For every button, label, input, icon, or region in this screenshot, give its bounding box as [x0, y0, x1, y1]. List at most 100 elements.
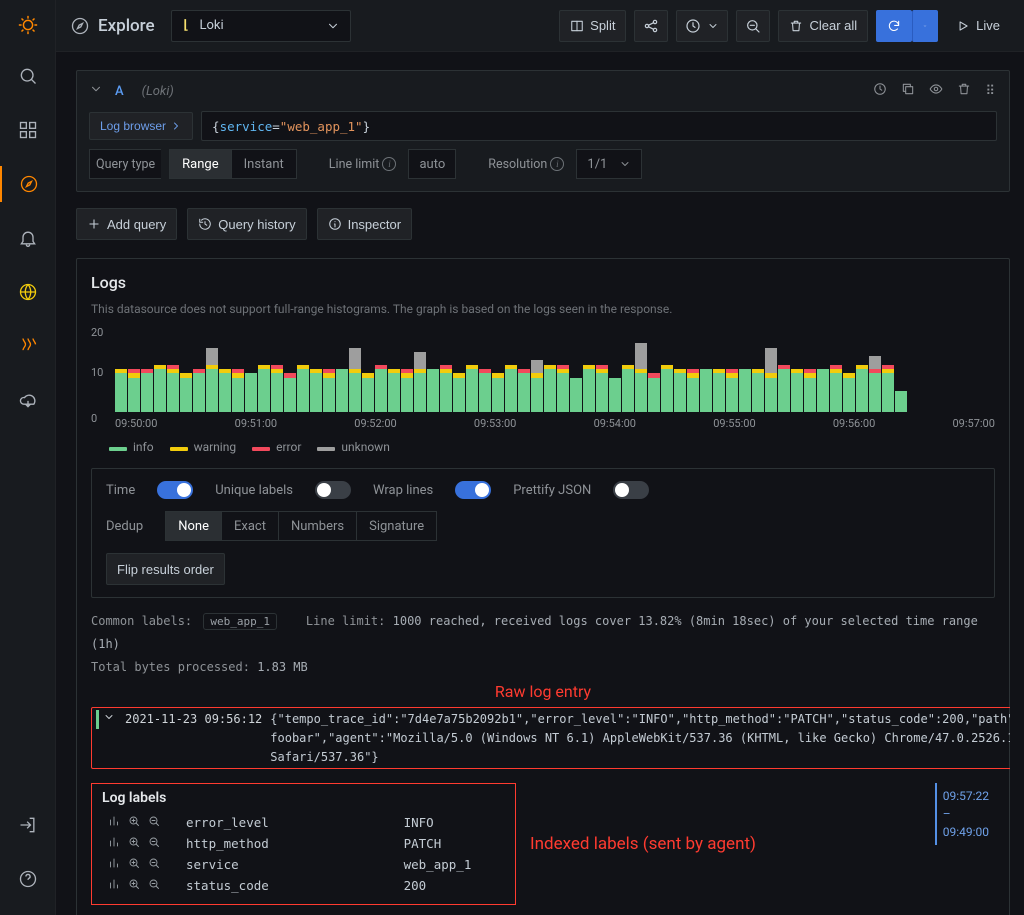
add-query-button[interactable]: Add query — [76, 208, 177, 240]
resolution-select[interactable]: 1/1 — [576, 149, 642, 179]
histogram-bar[interactable] — [544, 365, 556, 412]
query-type-instant[interactable]: Instant — [232, 149, 297, 179]
histogram-bar[interactable] — [206, 348, 218, 412]
dedup-signature[interactable]: Signature — [357, 511, 437, 541]
datasource-picker[interactable]: ⌊ Loki — [171, 10, 351, 42]
legend-info[interactable]: info — [109, 440, 154, 454]
histogram-bar[interactable] — [466, 365, 478, 412]
filter-for-icon[interactable] — [128, 815, 140, 830]
line-limit-input[interactable]: auto — [408, 149, 456, 179]
sidebar-item-alerting[interactable] — [0, 220, 56, 256]
sidebar-item-dashboards[interactable] — [0, 112, 56, 148]
histogram-bar[interactable] — [323, 369, 335, 412]
sidebar-item-cloud[interactable] — [0, 382, 56, 418]
legend-warning[interactable]: warning — [170, 440, 237, 454]
histogram-bar[interactable] — [453, 373, 465, 412]
filter-out-icon[interactable] — [148, 836, 160, 851]
zoom-out-button[interactable] — [736, 10, 770, 42]
histogram-bar[interactable] — [245, 373, 257, 412]
histogram-bar[interactable] — [479, 369, 491, 412]
histogram-bar[interactable] — [726, 369, 738, 412]
dedup-exact[interactable]: Exact — [222, 511, 279, 541]
histogram-bar[interactable] — [856, 365, 868, 412]
time-picker-button[interactable] — [676, 10, 728, 42]
histogram-bar[interactable] — [219, 369, 231, 412]
log-browser-button[interactable]: Log browser — [89, 112, 193, 140]
unique-labels-toggle[interactable] — [315, 481, 351, 499]
histogram-bar[interactable] — [739, 369, 751, 412]
histogram-bar[interactable] — [570, 378, 582, 412]
histogram-bar[interactable] — [427, 369, 439, 412]
histogram-bar[interactable] — [531, 360, 543, 412]
histogram-bar[interactable] — [557, 365, 569, 412]
histogram-bar[interactable] — [154, 365, 166, 412]
stats-icon[interactable] — [108, 857, 120, 872]
query-ref-id[interactable]: A — [115, 84, 124, 99]
histogram-bar[interactable] — [596, 365, 608, 412]
info-icon[interactable]: i — [550, 157, 564, 171]
filter-out-icon[interactable] — [148, 878, 160, 893]
sidebar-item-help[interactable] — [0, 861, 56, 897]
wrap-lines-toggle[interactable] — [455, 481, 491, 499]
clear-all-button[interactable]: Clear all — [778, 10, 868, 42]
sidebar-item-explore[interactable] — [0, 166, 56, 202]
dedup-numbers[interactable]: Numbers — [279, 511, 357, 541]
histogram-bar[interactable] — [310, 369, 322, 412]
sidebar-item-plugins[interactable] — [0, 328, 56, 364]
histogram-bar[interactable] — [284, 373, 296, 412]
histogram-bar[interactable] — [778, 365, 790, 412]
legend-unknown[interactable]: unknown — [317, 440, 389, 454]
logs-histogram[interactable]: 20 10 0 09:50:0009:51:0009:52:0009:53:00… — [91, 326, 995, 430]
prettify-json-toggle[interactable] — [613, 481, 649, 499]
histogram-bar[interactable] — [583, 365, 595, 412]
remove-query-icon[interactable] — [957, 82, 971, 100]
histogram-bar[interactable] — [440, 365, 452, 412]
histogram-bar[interactable] — [349, 348, 361, 412]
histogram-bar[interactable] — [687, 369, 699, 412]
histogram-bar[interactable] — [752, 369, 764, 412]
histogram-bar[interactable] — [414, 352, 426, 412]
histogram-bar[interactable] — [362, 373, 374, 412]
histogram-bar[interactable] — [271, 365, 283, 412]
histogram-bar[interactable] — [141, 369, 153, 412]
histogram-bar[interactable] — [843, 373, 855, 412]
histogram-bar[interactable] — [492, 373, 504, 412]
expand-log-icon[interactable] — [101, 710, 117, 729]
filter-for-icon[interactable] — [128, 857, 140, 872]
filter-out-icon[interactable] — [148, 815, 160, 830]
histogram-bar[interactable] — [804, 369, 816, 412]
drag-handle-icon[interactable]: ⠿ — [985, 84, 997, 99]
sidebar-item-signin[interactable] — [0, 807, 56, 843]
run-dropdown-button[interactable] — [912, 10, 938, 42]
histogram-bar[interactable] — [375, 365, 387, 412]
histogram-bar[interactable] — [713, 369, 725, 412]
time-toggle[interactable] — [157, 481, 193, 499]
histogram-bar[interactable] — [765, 348, 777, 412]
histogram-bar[interactable] — [895, 391, 907, 413]
histogram-bar[interactable] — [180, 373, 192, 412]
histogram-bar[interactable] — [648, 373, 660, 412]
histogram-bar[interactable] — [700, 369, 712, 412]
toggle-visibility-icon[interactable] — [929, 82, 943, 100]
histogram-bar[interactable] — [115, 369, 127, 412]
histogram-bar[interactable] — [167, 365, 179, 412]
run-query-button[interactable] — [876, 10, 912, 42]
filter-for-icon[interactable] — [128, 878, 140, 893]
filter-out-icon[interactable] — [148, 857, 160, 872]
stats-icon[interactable] — [108, 878, 120, 893]
flip-results-button[interactable]: Flip results order — [106, 553, 225, 585]
histogram-bar[interactable] — [635, 343, 647, 412]
histogram-bar[interactable] — [336, 369, 348, 412]
stats-icon[interactable] — [108, 815, 120, 830]
inspector-button[interactable]: Inspector — [317, 208, 412, 240]
log-entry[interactable]: 2021-11-23 09:56:12 {"tempo_trace_id":"7… — [91, 707, 1010, 769]
histogram-bar[interactable] — [518, 369, 530, 412]
histogram-bar[interactable] — [128, 369, 140, 412]
histogram-bar[interactable] — [661, 365, 673, 412]
histogram-bar[interactable] — [258, 365, 270, 412]
grafana-logo-icon[interactable] — [17, 14, 39, 36]
stats-icon[interactable] — [108, 836, 120, 851]
histogram-bar[interactable] — [674, 369, 686, 412]
live-button[interactable]: Live — [946, 10, 1010, 42]
histogram-bar[interactable] — [817, 369, 829, 412]
